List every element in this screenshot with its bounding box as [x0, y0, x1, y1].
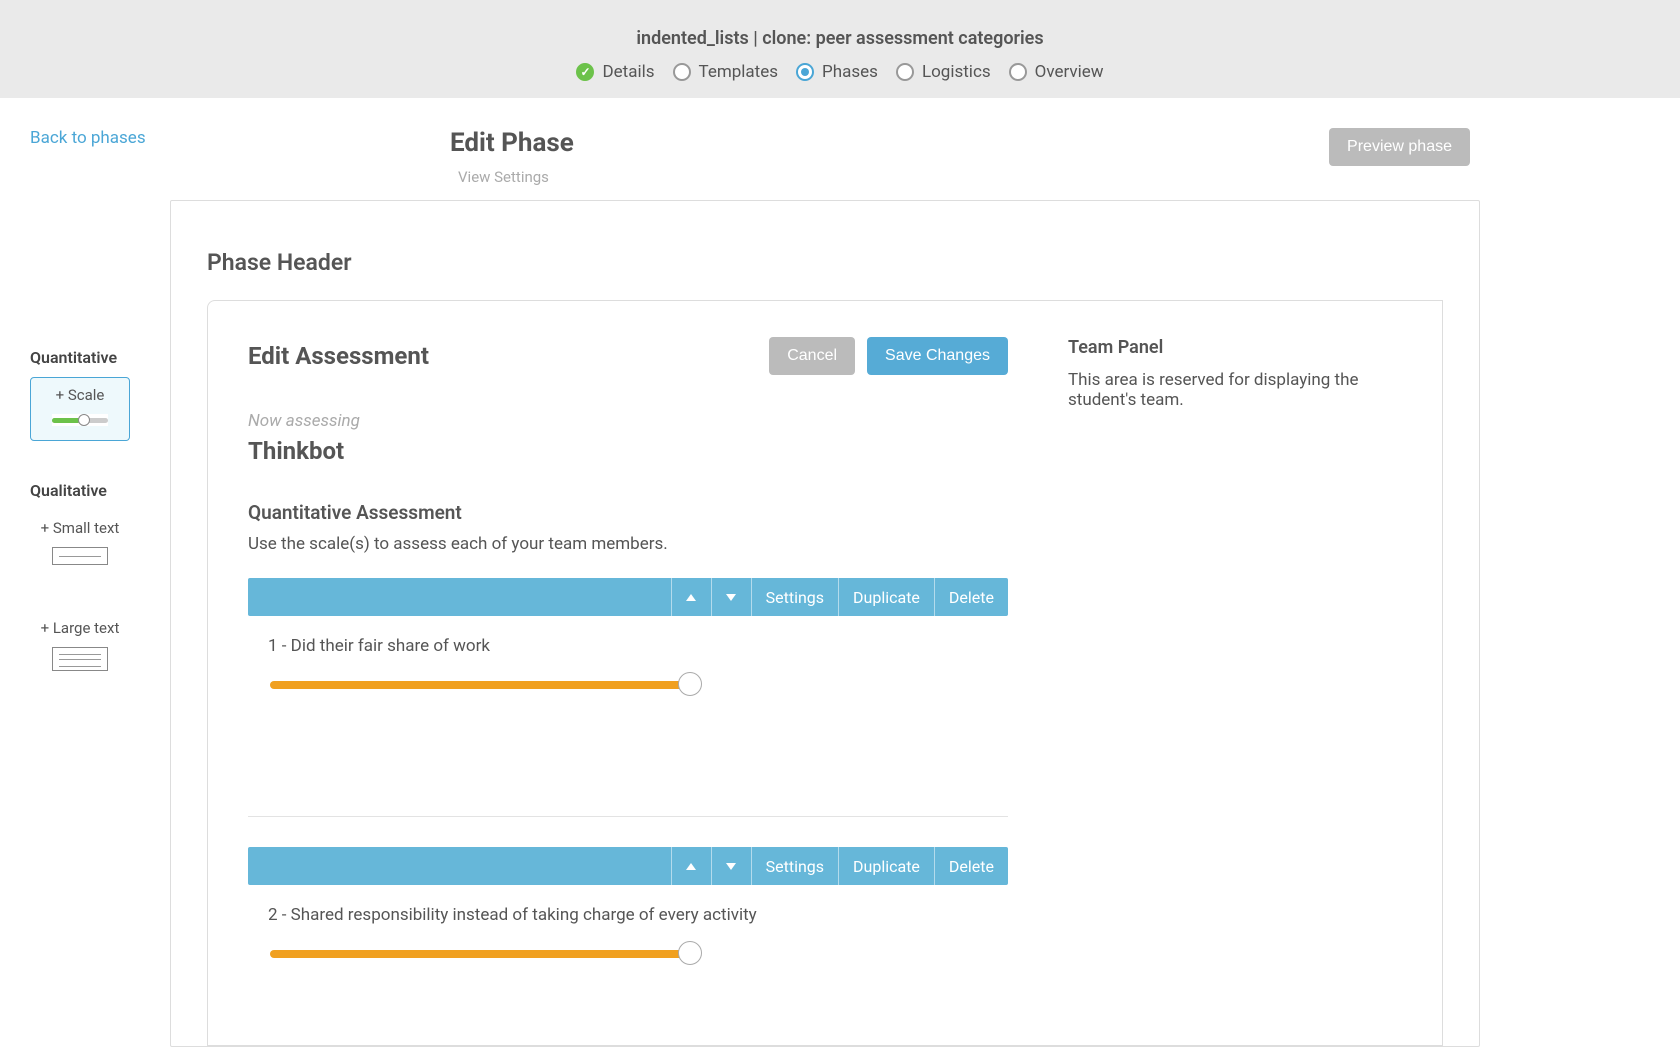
team-panel-body: This area is reserved for displaying the… — [1068, 370, 1402, 410]
circle-icon — [896, 63, 914, 81]
breadcrumb: indented_lists | clone: peer assessment … — [0, 28, 1680, 49]
step-label: Logistics — [922, 62, 991, 82]
team-panel-title: Team Panel — [1068, 337, 1402, 358]
item-question-label: 2 - Shared responsibility instead of tak… — [268, 905, 1008, 925]
phase-header-title: Phase Header — [207, 249, 1443, 276]
back-to-phases-link[interactable]: Back to phases — [30, 128, 170, 148]
cancel-button[interactable]: Cancel — [769, 337, 855, 375]
palette-scale-item[interactable]: + Scale — [30, 377, 130, 441]
quantitative-heading: Quantitative Assessment — [248, 501, 1008, 524]
item-delete-button[interactable]: Delete — [934, 578, 1008, 616]
step-phases[interactable]: Phases — [796, 62, 878, 82]
stepper: Details Templates Phases Logistics Overv… — [576, 62, 1103, 82]
scale-slider[interactable] — [270, 672, 690, 696]
palette-qualitative-heading: Qualitative — [30, 481, 170, 500]
page-title: Edit Phase — [450, 128, 574, 158]
step-templates[interactable]: Templates — [673, 62, 779, 82]
view-settings-link[interactable]: View Settings — [458, 168, 574, 186]
palette-item-label: + Large text — [37, 619, 123, 637]
palette-quantitative-heading: Quantitative — [30, 348, 170, 367]
assessment-item: Settings Duplicate Delete 2 - Shared res… — [248, 847, 1008, 965]
textarea-icon — [52, 647, 108, 671]
circle-icon — [1009, 63, 1027, 81]
top-header: indented_lists | clone: peer assessment … — [0, 0, 1680, 98]
textfield-icon — [52, 547, 108, 565]
step-details[interactable]: Details — [576, 62, 654, 82]
arrow-up-icon — [686, 594, 696, 601]
item-question-label: 1 - Did their fair share of work — [268, 636, 1008, 656]
step-label: Templates — [699, 62, 779, 82]
move-down-button[interactable] — [711, 578, 751, 616]
step-label: Overview — [1035, 62, 1104, 82]
edit-assessment-title: Edit Assessment — [248, 342, 429, 370]
arrow-down-icon — [726, 594, 736, 601]
now-assessing-label: Now assessing — [248, 411, 1008, 431]
slider-knob[interactable] — [678, 672, 702, 696]
scale-slider[interactable] — [270, 941, 690, 965]
save-changes-button[interactable]: Save Changes — [867, 337, 1008, 375]
palette-small-text-item[interactable]: + Small text — [30, 510, 130, 580]
step-label: Phases — [822, 62, 878, 82]
item-settings-button[interactable]: Settings — [751, 847, 838, 885]
item-delete-button[interactable]: Delete — [934, 847, 1008, 885]
step-overview[interactable]: Overview — [1009, 62, 1104, 82]
phase-card: Phase Header Edit Assessment Cancel Save… — [170, 200, 1480, 1047]
slider-knob[interactable] — [678, 941, 702, 965]
palette-large-text-item[interactable]: + Large text — [30, 610, 130, 686]
step-logistics[interactable]: Logistics — [896, 62, 991, 82]
arrow-up-icon — [686, 863, 696, 870]
move-up-button[interactable] — [671, 847, 711, 885]
radio-active-icon — [796, 63, 814, 81]
circle-icon — [673, 63, 691, 81]
quantitative-instructions: Use the scale(s) to assess each of your … — [248, 534, 1008, 554]
item-duplicate-button[interactable]: Duplicate — [838, 847, 934, 885]
scale-icon — [52, 414, 108, 426]
preview-phase-button[interactable]: Preview phase — [1329, 128, 1470, 166]
move-down-button[interactable] — [711, 847, 751, 885]
item-settings-button[interactable]: Settings — [751, 578, 838, 616]
assessee-name: Thinkbot — [248, 437, 1008, 465]
check-icon — [576, 63, 594, 81]
assessment-item: Settings Duplicate Delete 1 - Did their … — [248, 578, 1008, 696]
item-toolbar: Settings Duplicate Delete — [248, 578, 1008, 616]
item-toolbar: Settings Duplicate Delete — [248, 847, 1008, 885]
move-up-button[interactable] — [671, 578, 711, 616]
palette-item-label: + Small text — [37, 519, 123, 537]
step-label: Details — [602, 62, 654, 82]
divider — [248, 816, 1008, 817]
palette-item-label: + Scale — [37, 386, 123, 404]
arrow-down-icon — [726, 863, 736, 870]
item-duplicate-button[interactable]: Duplicate — [838, 578, 934, 616]
